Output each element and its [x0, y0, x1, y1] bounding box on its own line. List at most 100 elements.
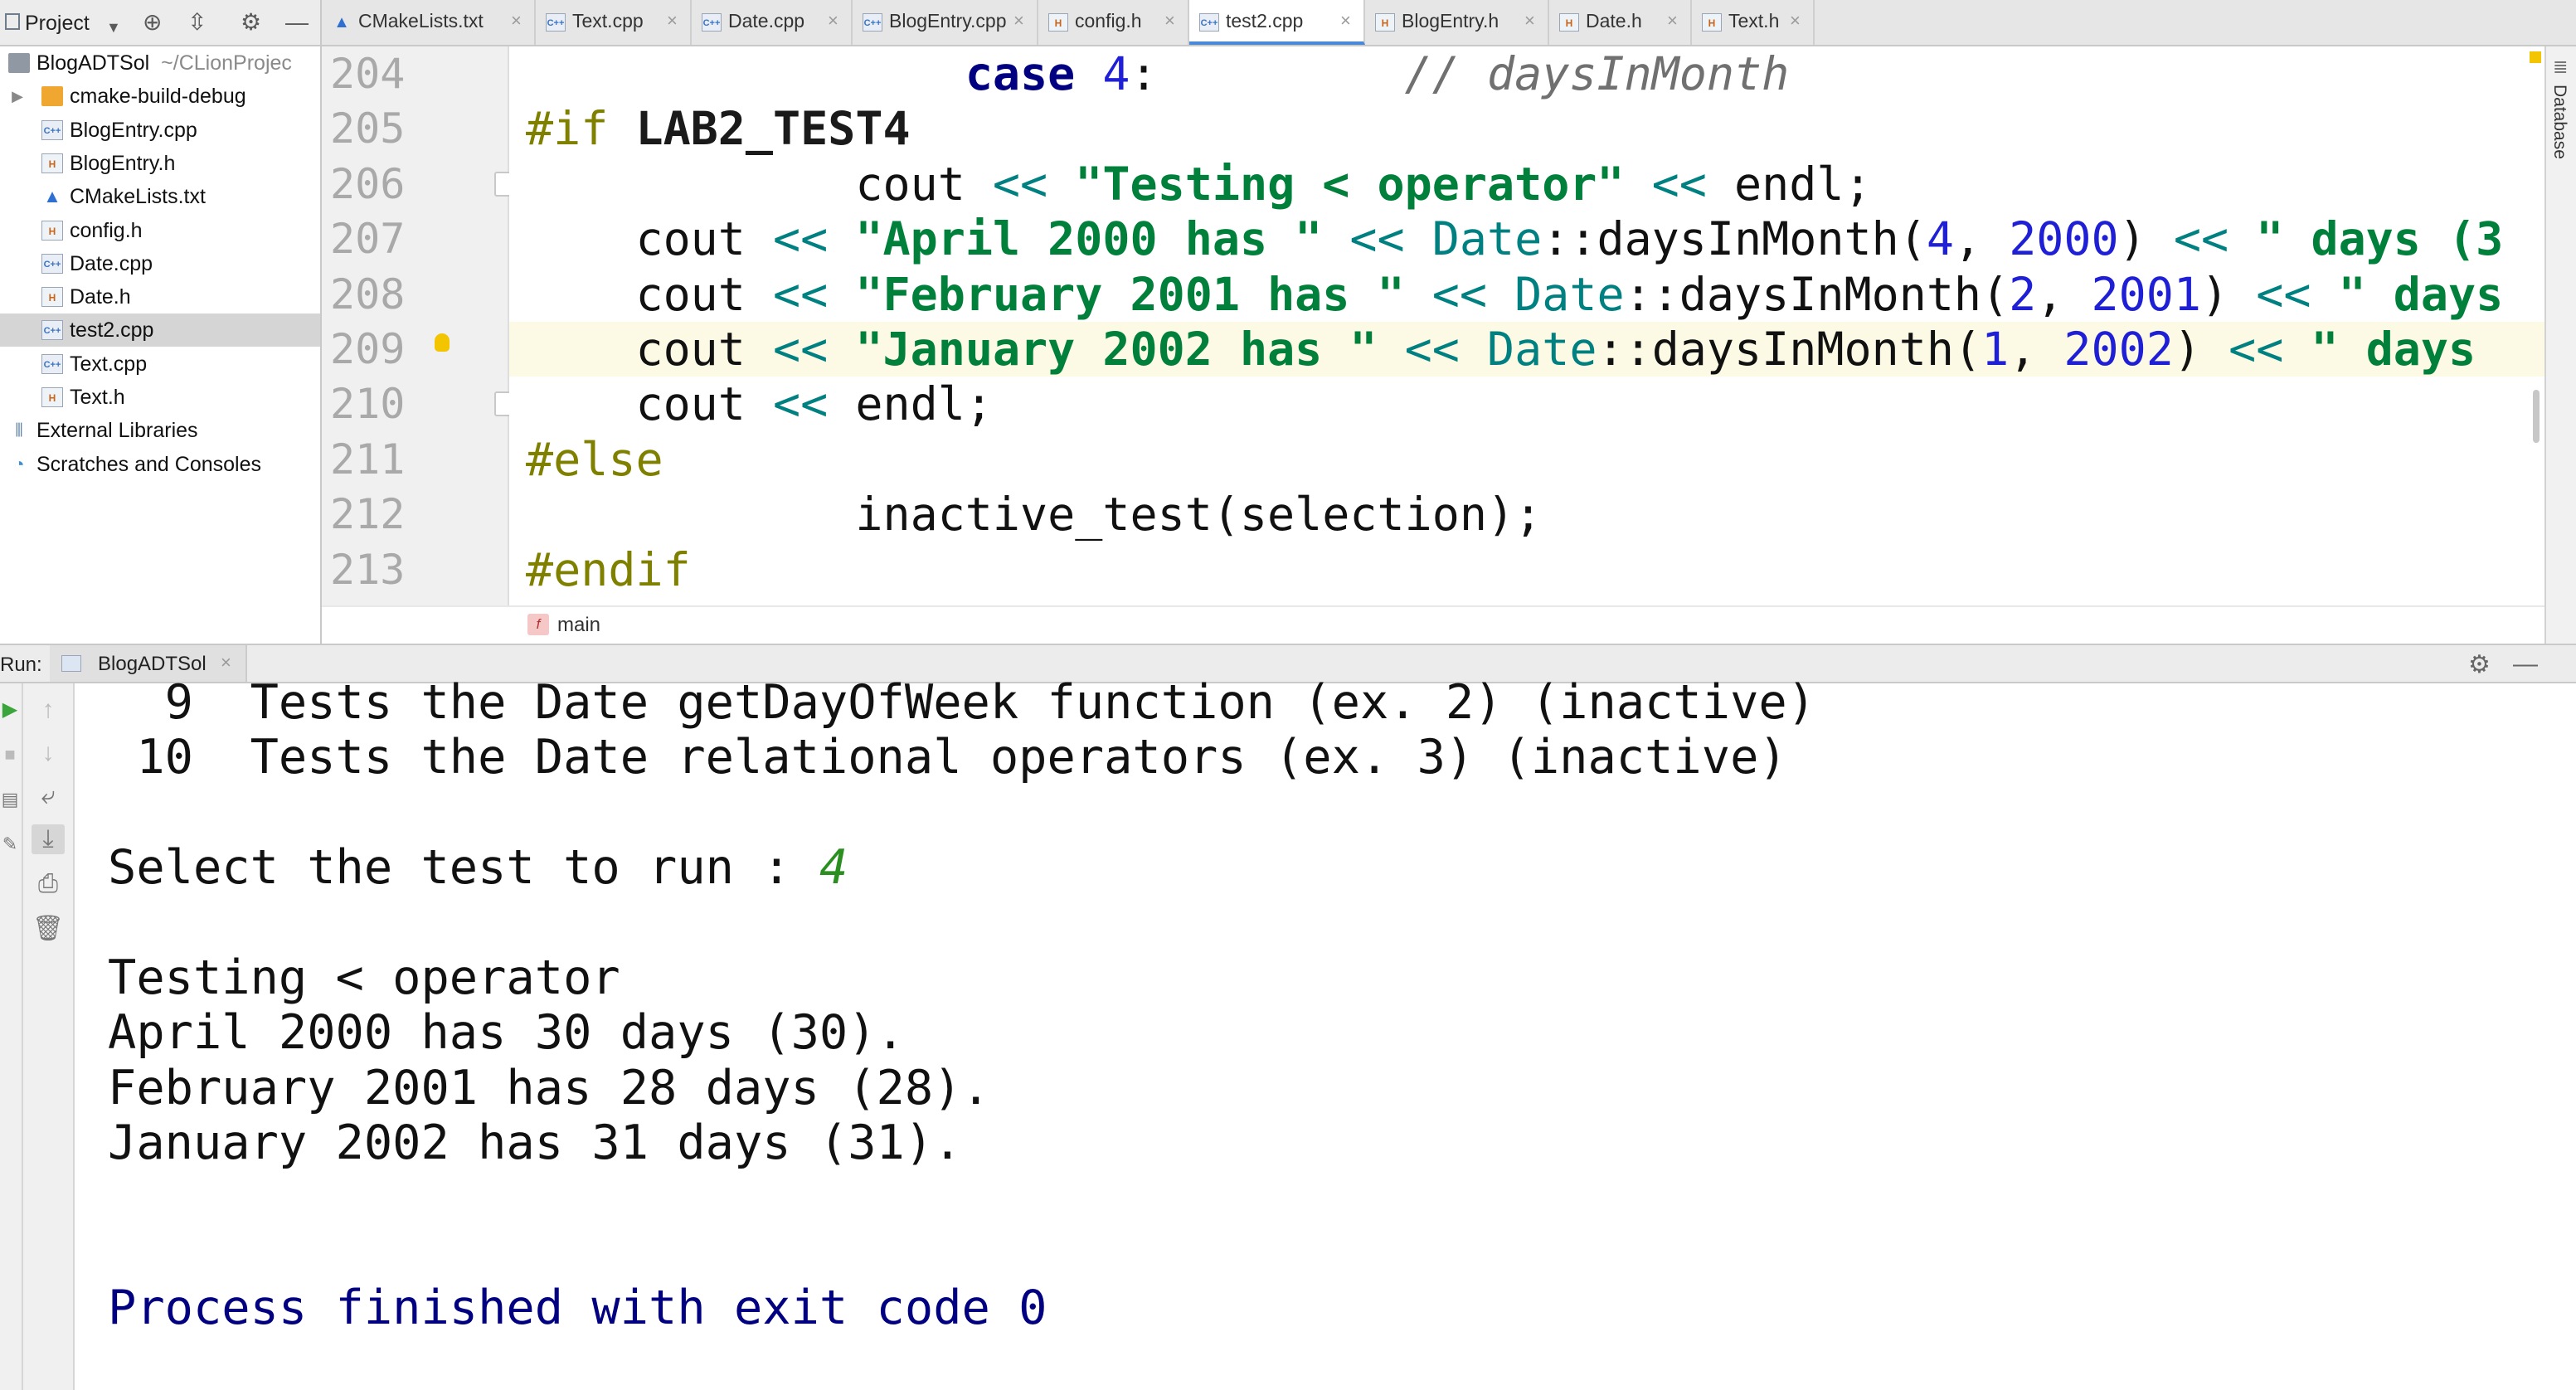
console-line: February 2001 has 28 days (28). [108, 1060, 990, 1115]
editor-tab[interactable]: ▲ CMakeLists.txt × [322, 0, 536, 45]
line-number: 204 [330, 50, 406, 98]
editor-tab[interactable]: C++ test2.cpp × [1189, 0, 1365, 45]
database-icon[interactable]: ≣ [2553, 56, 2568, 78]
code-token: ::daysInMonth( [1624, 267, 2010, 321]
code-line: cout << "February 2001 has " << Date::da… [526, 267, 2503, 322]
tree-item-label: Text.h [70, 386, 125, 409]
code-token: : [1130, 47, 1405, 100]
chevron-down-icon[interactable]: ▼ [106, 15, 121, 40]
code-token: << [773, 377, 829, 431]
editor-scrollbar[interactable] [2533, 390, 2540, 443]
close-icon[interactable]: × [221, 652, 231, 673]
header-file-icon: H [41, 287, 63, 308]
editor-tab[interactable]: C++ Text.cpp × [536, 0, 692, 45]
tree-item-label: Scratches and Consoles [36, 452, 261, 476]
tree-item[interactable]: H BlogEntry.h [0, 147, 320, 180]
code-line: case 4: // daysInMonth [526, 46, 1789, 101]
console-user-input: 4 [819, 840, 848, 896]
code-token: " days [2311, 323, 2476, 376]
run-console-output[interactable]: 9 Tests the Date getDayOfWeek function (… [75, 675, 2576, 1390]
close-icon[interactable]: × [828, 10, 838, 32]
code-token: // daysInMonth [1404, 47, 1790, 100]
code-token: Date [1487, 323, 1597, 376]
scroll-to-end-icon[interactable]: ⤓ [32, 824, 65, 854]
tree-item[interactable]: ⫴ External Libraries [0, 414, 320, 447]
tree-item[interactable]: H Text.h [0, 381, 320, 414]
lightbulb-icon[interactable] [435, 333, 450, 352]
code-token: case [965, 47, 1076, 100]
close-icon[interactable]: × [1524, 10, 1535, 32]
editor-tab-label: config.h [1075, 10, 1142, 32]
editor-tab[interactable]: H Date.h × [1549, 0, 1692, 45]
tree-item[interactable]: ▲ CMakeLists.txt [0, 180, 320, 213]
tree-item[interactable]: ▶ cmake-build-debug [0, 80, 320, 113]
close-icon[interactable]: × [1790, 10, 1801, 32]
editor-tab-label: test2.cpp [1226, 10, 1304, 32]
code-token: "February 2001 has " [855, 267, 1405, 321]
tree-item[interactable]: BlogADTSol ~/CLionProjec [0, 46, 320, 80]
editor-tab-label: Date.h [1586, 10, 1642, 32]
tree-item[interactable]: H Date.h [0, 280, 320, 313]
close-icon[interactable]: × [1164, 10, 1175, 32]
close-icon[interactable]: × [511, 10, 522, 32]
hide-panel-icon[interactable]: — [2513, 650, 2538, 678]
expand-arrow-icon[interactable]: ▶ [7, 86, 28, 106]
editor-gutter: 204 205 206 207 208 209 210 211 212 213 [322, 46, 519, 605]
cpp-file-icon: C++ [1199, 13, 1219, 32]
gear-icon[interactable]: ⚙ [2468, 650, 2491, 679]
tree-item[interactable]: Hconfig.h [0, 214, 320, 247]
header-file-icon: H [1559, 13, 1579, 32]
tree-item[interactable]: C++ Date.cpp [0, 247, 320, 280]
code-token: << [1651, 157, 1707, 211]
print-icon[interactable]: ⎙ [32, 869, 65, 899]
cpp-file-icon: C++ [863, 13, 882, 32]
code-token: endl; [828, 377, 993, 431]
editor-tab[interactable]: H BlogEntry.h × [1365, 0, 1549, 45]
close-icon[interactable]: × [667, 10, 678, 32]
collapse-all-icon[interactable]: ⇳ [187, 10, 207, 35]
editor-tab-label: Text.h [1728, 10, 1780, 32]
console-line: 9 Tests the Date getDayOfWeek function (… [108, 675, 1816, 730]
editor-tab[interactable]: Hconfig.h × [1038, 0, 1189, 45]
project-view-selector[interactable]: Project [25, 12, 90, 36]
close-icon[interactable]: × [1340, 10, 1351, 32]
hide-panel-icon[interactable]: — [285, 10, 309, 35]
soft-wrap-icon[interactable]: ⤶ [32, 781, 65, 811]
code-token: " days (3 [2256, 212, 2504, 266]
folder-icon [41, 86, 63, 107]
tree-item[interactable]: C++ Text.cpp [0, 348, 320, 381]
tree-item[interactable]: ◔ Scratches and Consoles [0, 448, 320, 481]
arrow-up-icon[interactable]: ↑ [32, 695, 65, 725]
tree-item[interactable]: C++ test2.cpp [0, 313, 320, 348]
close-icon[interactable]: × [1013, 10, 1024, 32]
locate-file-icon[interactable]: ⊕ [143, 10, 162, 35]
code-token: cout [526, 377, 774, 431]
editor-tab-label: CMakeLists.txt [358, 10, 484, 32]
editor-tab[interactable]: C++ Date.cpp × [692, 0, 853, 45]
console-toolbar: ↑ ↓ ⤶ ⤓ ⎙ 🗑 [23, 683, 75, 1390]
code-token: "January 2002 has " [855, 323, 1378, 376]
close-icon[interactable]: × [1667, 10, 1678, 32]
gear-icon[interactable]: ⚙ [241, 10, 261, 35]
warning-marker[interactable] [2530, 51, 2541, 63]
breadcrumb-function-main[interactable]: main [557, 614, 600, 637]
editor-tab[interactable]: H Text.h × [1692, 0, 1815, 45]
code-token: #endif [526, 542, 691, 596]
tree-item-path: ~/CLionProjec [161, 51, 292, 75]
trash-icon[interactable]: 🗑 [32, 914, 65, 944]
code-editor[interactable]: case 4: // daysInMonth #if LAB2_TEST4 cou… [509, 46, 2544, 605]
code-token: 1 [1981, 323, 2010, 376]
editor-tab[interactable]: C++ BlogEntry.cpp × [853, 0, 1038, 45]
tree-item[interactable]: C++ BlogEntry.cpp [0, 114, 320, 147]
line-number: 210 [330, 380, 406, 429]
code-token: << [2228, 323, 2284, 376]
code-token: "Testing < operator" [1075, 157, 1625, 211]
database-tool-button[interactable]: Database [2549, 85, 2569, 159]
console-line: Select the test to run : 4 [108, 840, 848, 896]
arrow-down-icon[interactable]: ↓ [32, 738, 65, 768]
code-token: << [1404, 323, 1460, 376]
